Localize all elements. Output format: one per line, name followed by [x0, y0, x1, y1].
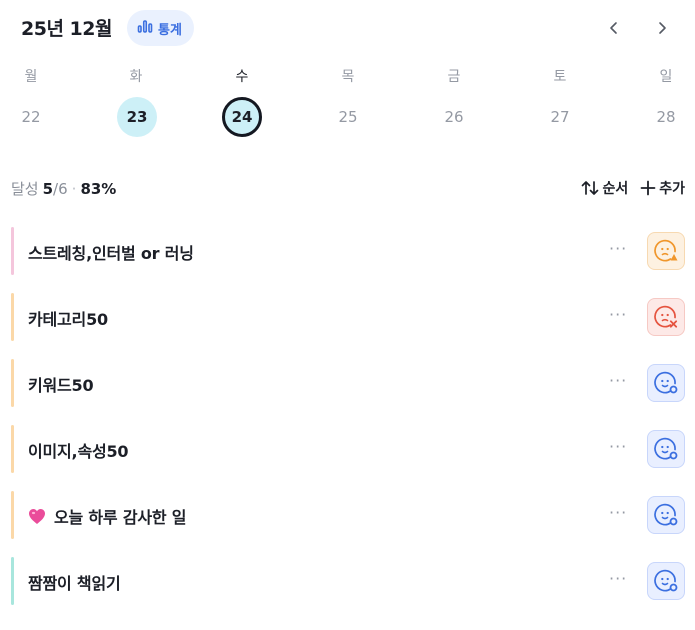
- list-toolbar: 순서 추가: [581, 178, 685, 198]
- status-face-icon: [654, 437, 678, 460]
- task-more-button[interactable]: ···: [609, 437, 627, 456]
- task-status-button-warn[interactable]: [647, 232, 685, 270]
- plus-icon: [640, 180, 656, 196]
- status-face-icon: [654, 569, 678, 592]
- task-color-bar: [11, 227, 14, 275]
- task-more-button[interactable]: ···: [609, 371, 627, 390]
- done-count: 5: [42, 180, 54, 198]
- summary-label: 달성: [11, 180, 39, 198]
- date-cell[interactable]: 27: [540, 97, 580, 137]
- summary-separator: ·: [71, 180, 77, 198]
- add-label: 추가: [659, 181, 685, 197]
- status-face-icon: [654, 239, 678, 262]
- task-row[interactable]: 이미지,속성50 ···: [11, 425, 686, 473]
- calendar-header: 25년 12월 통계: [0, 0, 695, 56]
- task-status-button-ok[interactable]: [647, 430, 685, 468]
- date-cell-today[interactable]: 24: [222, 97, 262, 137]
- task-more-button[interactable]: ···: [609, 305, 627, 324]
- task-title-text: 카테고리50: [28, 310, 108, 329]
- date-cell[interactable]: 26: [434, 97, 474, 137]
- weekday-fri: 금: [447, 69, 461, 85]
- task-row[interactable]: 카테고리50 ···: [11, 293, 686, 341]
- task-row[interactable]: 오늘 하루 감사한 일 ···: [11, 491, 686, 539]
- month-title: 25년 12월: [21, 18, 112, 40]
- task-status-button-fail[interactable]: [647, 298, 685, 336]
- task-color-bar: [11, 557, 14, 605]
- achievement-percent: 83%: [80, 180, 117, 198]
- status-face-icon: [654, 503, 678, 526]
- status-face-icon: [654, 371, 678, 394]
- chevron-left-icon: [610, 22, 617, 34]
- task-title: 짬짬이 책읽기: [28, 570, 121, 594]
- weekday-sun: 일: [659, 69, 673, 85]
- task-title: 키워드50: [28, 372, 94, 396]
- next-week-button[interactable]: [648, 14, 676, 42]
- task-title-text: 스트레칭,인터벌 or 러닝: [28, 244, 194, 263]
- date-cell-done[interactable]: 23: [117, 97, 157, 137]
- heart-icon: [29, 508, 45, 524]
- task-title-text: 오늘 하루 감사한 일: [54, 508, 187, 527]
- bar-chart-icon: [137, 18, 153, 38]
- status-face-icon: [654, 305, 678, 328]
- date-cell[interactable]: 28: [646, 97, 686, 137]
- prev-week-button[interactable]: [600, 14, 628, 42]
- sort-arrows-icon: [582, 181, 599, 195]
- stats-label: 통계: [158, 22, 182, 38]
- task-row[interactable]: 스트레칭,인터벌 or 러닝 ···: [11, 227, 686, 275]
- task-color-bar: [11, 491, 14, 539]
- task-status-button-ok[interactable]: [647, 496, 685, 534]
- reorder-button[interactable]: 순서: [581, 178, 628, 198]
- weekday-sat: 토: [553, 69, 567, 85]
- task-more-button[interactable]: ···: [609, 239, 627, 258]
- date-cell[interactable]: 25: [328, 97, 368, 137]
- task-title: 카테고리50: [28, 306, 108, 330]
- task-title-text: 키워드50: [28, 376, 94, 395]
- task-status-button-ok[interactable]: [647, 364, 685, 402]
- reorder-label: 순서: [602, 181, 629, 197]
- weekday-mon: 월: [24, 69, 38, 85]
- achievement-summary: 달성 5/6 · 83%: [11, 178, 116, 199]
- task-title: 스트레칭,인터벌 or 러닝: [28, 240, 194, 264]
- add-task-button[interactable]: 추가: [640, 178, 685, 198]
- task-color-bar: [11, 359, 14, 407]
- task-title-text: 짬짬이 책읽기: [28, 574, 121, 593]
- task-color-bar: [11, 293, 14, 341]
- task-row[interactable]: 키워드50 ···: [11, 359, 686, 407]
- task-more-button[interactable]: ···: [609, 569, 627, 588]
- task-title-text: 이미지,속성50: [28, 442, 129, 461]
- total-count: /6: [53, 180, 68, 198]
- stats-button[interactable]: 통계: [127, 10, 194, 46]
- task-color-bar: [11, 425, 14, 473]
- task-row[interactable]: 짬짬이 책읽기 ···: [11, 557, 686, 605]
- weekday-thu: 목: [341, 69, 355, 85]
- task-title: 이미지,속성50: [28, 438, 129, 462]
- weekday-wed: 수: [235, 69, 249, 85]
- date-cell[interactable]: 22: [11, 97, 51, 137]
- chevron-right-icon: [659, 22, 666, 34]
- task-more-button[interactable]: ···: [609, 503, 627, 522]
- task-title: 오늘 하루 감사한 일: [28, 504, 186, 528]
- weekday-tue: 화: [129, 69, 143, 85]
- task-status-button-ok[interactable]: [647, 562, 685, 600]
